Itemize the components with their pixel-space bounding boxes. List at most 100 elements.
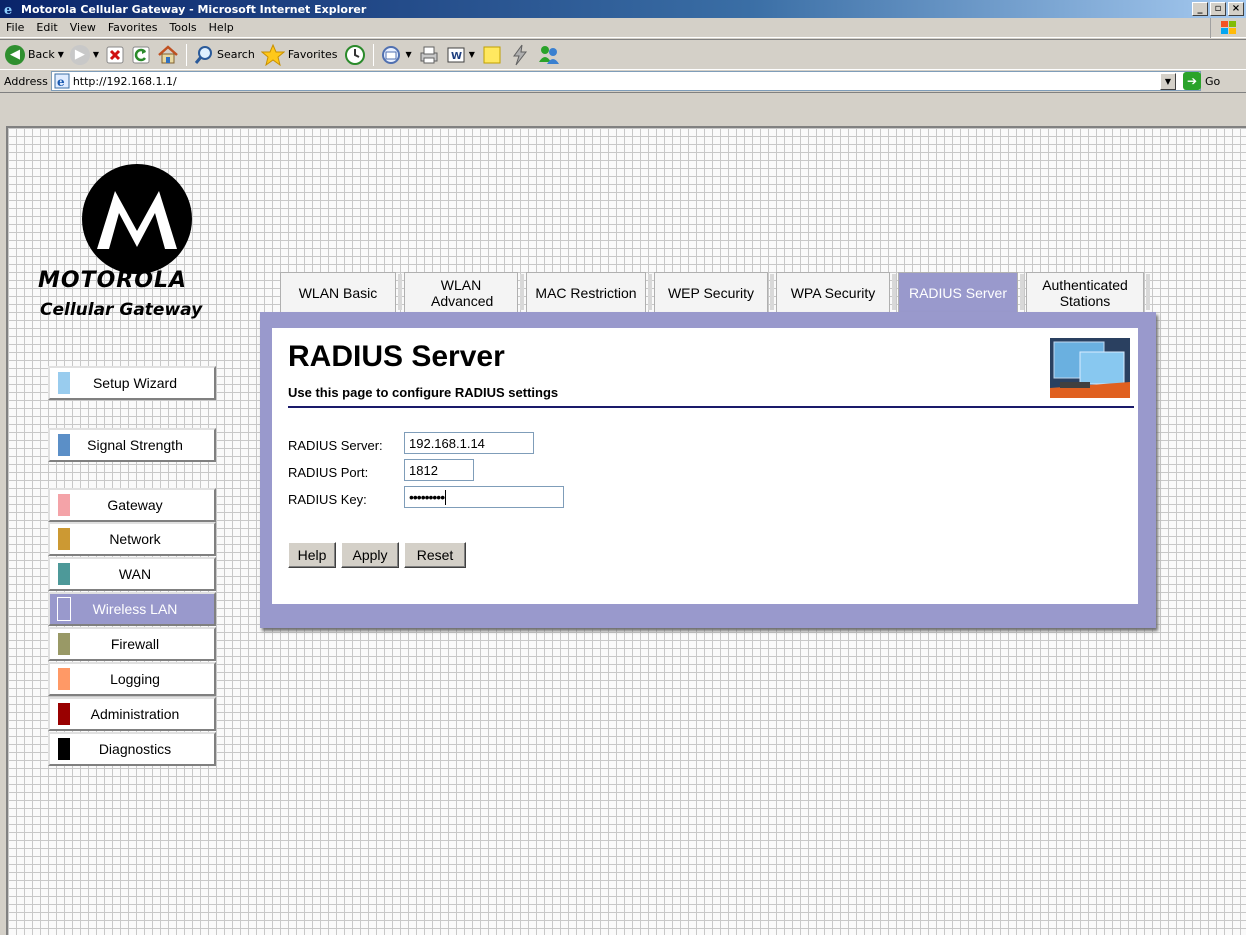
- radius-key-label: RADIUS Key:: [288, 492, 367, 507]
- settings-panel-body: RADIUS Server Use this page to configure…: [272, 328, 1138, 604]
- nav-gateway[interactable]: Gateway: [48, 488, 216, 522]
- edit-button[interactable]: W ▼: [443, 43, 478, 67]
- radius-server-input[interactable]: 192.168.1.14: [404, 432, 534, 454]
- home-button[interactable]: [154, 43, 182, 67]
- nav-color-swatch: [58, 703, 70, 725]
- nav-signal-strength[interactable]: Signal Strength: [48, 428, 216, 462]
- forward-button[interactable]: ▶ ▼: [67, 43, 102, 67]
- nav-label: Setup Wizard: [92, 375, 178, 391]
- refresh-button[interactable]: [128, 43, 154, 67]
- nav-logging[interactable]: Logging: [48, 662, 216, 696]
- tab-wlan-advanced[interactable]: WLAN Advanced: [404, 272, 518, 312]
- tab-divider: [648, 274, 652, 310]
- toolbar: ◀ Back ▼ ▶ ▼ Search Favorites ▼ W ▼ Addr…: [0, 39, 1246, 101]
- tab-label: Authenticated Stations: [1042, 276, 1128, 309]
- nav-color-swatch: [58, 434, 70, 456]
- word-icon: W: [447, 47, 465, 62]
- menu-help[interactable]: Help: [203, 21, 240, 34]
- help-button[interactable]: Help: [288, 542, 336, 568]
- svg-text:e: e: [4, 3, 12, 16]
- nav-setup-wizard[interactable]: Setup Wizard: [48, 366, 216, 400]
- refresh-icon: [132, 46, 150, 63]
- menu-edit[interactable]: Edit: [30, 21, 63, 34]
- history-button[interactable]: [341, 43, 369, 67]
- address-input[interactable]: e http://192.168.1.1/: [50, 71, 1201, 91]
- windows-logo-icon: [1210, 18, 1246, 38]
- address-url: http://192.168.1.1/: [72, 74, 177, 88]
- nav-administration[interactable]: Administration: [48, 697, 216, 731]
- tab-wlan-basic[interactable]: WLAN Basic: [280, 272, 396, 312]
- nav-label: Diagnostics: [98, 741, 172, 757]
- brand-product: Cellular Gateway: [40, 300, 203, 320]
- menu-tools[interactable]: Tools: [164, 21, 203, 34]
- tab-wep-security[interactable]: WEP Security: [654, 272, 768, 312]
- page-subtitle: Use this page to configure RADIUS settin…: [288, 385, 559, 400]
- favorites-label: Favorites: [287, 48, 338, 61]
- mail-button[interactable]: ▼: [378, 43, 415, 67]
- search-button[interactable]: Search: [191, 43, 258, 67]
- print-button[interactable]: [415, 43, 443, 67]
- maximize-button[interactable]: ▫: [1210, 2, 1226, 16]
- discuss-button[interactable]: [478, 43, 506, 67]
- lightning-icon: [512, 44, 527, 65]
- home-icon: [158, 44, 178, 63]
- nav-color-swatch: [58, 372, 70, 394]
- reset-button[interactable]: Reset: [404, 542, 466, 568]
- address-dropdown-button[interactable]: ▼: [1160, 73, 1176, 90]
- tab-radius-server[interactable]: RADIUS Server: [898, 272, 1018, 312]
- tab-divider: [398, 274, 402, 310]
- radius-key-input[interactable]: •••••••••: [404, 486, 564, 508]
- page-title: RADIUS Server: [288, 340, 505, 373]
- tab-label: RADIUS Server: [908, 284, 1008, 301]
- back-button[interactable]: ◀ Back ▼: [2, 43, 67, 67]
- stop-icon: [106, 46, 124, 63]
- minimize-button[interactable]: _: [1192, 2, 1208, 16]
- title-divider: [288, 406, 1134, 408]
- brand-name: MOTOROLA: [38, 268, 187, 293]
- radius-port-label: RADIUS Port:: [288, 465, 369, 480]
- menu-file[interactable]: File: [0, 21, 30, 34]
- chevron-down-icon: ▼: [405, 50, 412, 59]
- nav-firewall[interactable]: Firewall: [48, 627, 216, 661]
- favorites-button[interactable]: Favorites: [258, 43, 341, 67]
- nav-label: Network: [109, 531, 161, 547]
- page-content: MOTOROLA Cellular Gateway Setup Wizard S…: [6, 126, 1246, 935]
- back-arrow-icon: ◀: [5, 44, 25, 65]
- stop-button[interactable]: [102, 43, 128, 67]
- nav-wireless-lan[interactable]: Wireless LAN: [48, 592, 216, 626]
- apply-button[interactable]: Apply: [341, 542, 399, 568]
- svg-text:W: W: [451, 51, 462, 62]
- messenger-button[interactable]: [534, 43, 564, 67]
- star-icon: [260, 43, 285, 66]
- tab-wpa-security[interactable]: WPA Security: [776, 272, 890, 312]
- go-button[interactable]: ➔ Go: [1183, 72, 1220, 90]
- address-bar: Address e http://192.168.1.1/ ▼ ➔ Go: [0, 69, 1246, 93]
- tab-divider: [1146, 274, 1150, 310]
- close-button[interactable]: ×: [1228, 2, 1244, 16]
- radius-server-label: RADIUS Server:: [288, 438, 383, 453]
- text-caret: [445, 489, 447, 505]
- back-label: Back: [28, 48, 55, 61]
- toolbar-separator: [186, 43, 188, 66]
- nav-diagnostics[interactable]: Diagnostics: [48, 732, 216, 766]
- radius-port-input[interactable]: 1812: [404, 459, 474, 481]
- menu-view[interactable]: View: [64, 21, 102, 34]
- nav-network[interactable]: Network: [48, 522, 216, 556]
- tab-label: WEP Security: [667, 284, 755, 301]
- nav-wan[interactable]: WAN: [48, 557, 216, 591]
- mail-icon: [381, 45, 400, 64]
- tab-label: MAC Restriction: [535, 284, 637, 301]
- tab-authenticated-stations[interactable]: Authenticated Stations: [1026, 272, 1144, 312]
- motorola-logo-icon: [82, 164, 192, 274]
- chevron-down-icon: ▼: [57, 50, 64, 59]
- tab-mac-restriction[interactable]: MAC Restriction: [526, 272, 646, 312]
- tab-divider: [520, 274, 524, 310]
- research-button[interactable]: [506, 43, 534, 67]
- tab-label: WLAN Basic: [298, 284, 378, 301]
- nav-label: Wireless LAN: [92, 601, 178, 617]
- menu-favorites[interactable]: Favorites: [102, 21, 164, 34]
- svg-text:e: e: [57, 75, 65, 89]
- printer-icon: [420, 46, 438, 63]
- address-label: Address: [4, 74, 48, 88]
- nav-color-swatch: [58, 563, 70, 585]
